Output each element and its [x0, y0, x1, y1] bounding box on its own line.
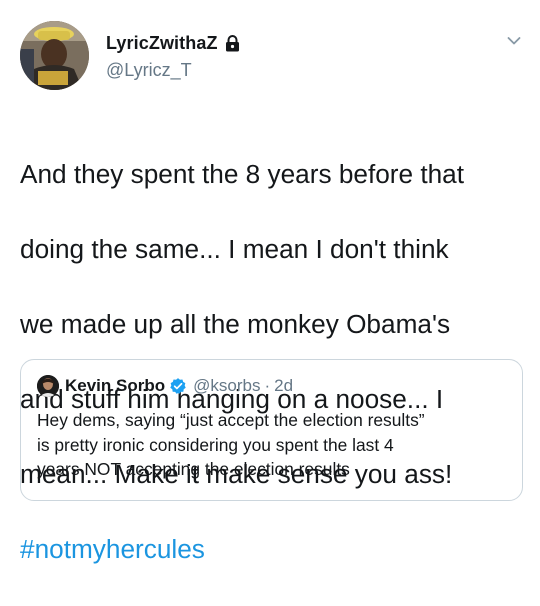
quoted-text-line: Hey dems, saying “just accept the electi… — [37, 410, 425, 430]
quoted-text-line: years NOT accepting the election results — [37, 459, 350, 479]
tweet-text-line: we made up all the monkey Obama's — [20, 308, 451, 339]
quoted-tweet-text: Hey dems, saying “just accept the electi… — [37, 408, 513, 482]
author-avatar[interactable] — [20, 21, 89, 90]
chevron-down-icon[interactable] — [507, 36, 521, 46]
author-name-row: LyricZwithaZ — [106, 33, 240, 54]
tweet-card[interactable]: LyricZwithaZ @Lyricz_T And they spent th… — [0, 0, 540, 564]
author-handle[interactable]: @Lyricz_T — [106, 60, 192, 81]
tweet-text-line: And they spent the 8 years before that — [20, 158, 465, 189]
separator-dot: · — [264, 376, 271, 395]
author-display-name[interactable]: LyricZwithaZ — [106, 33, 218, 54]
quoted-author-handle[interactable]: @ksorbs — [193, 376, 260, 396]
verified-badge-icon — [170, 378, 186, 394]
quoted-author-avatar[interactable] — [37, 375, 59, 397]
avatar-photo-icon — [20, 21, 89, 90]
quoted-tweet-time[interactable]: 2d — [274, 376, 293, 396]
quoted-tweet[interactable]: Kevin Sorbo @ksorbs · 2d Hey dems, sayin… — [20, 359, 523, 501]
hashtag-link[interactable]: #notmyhercules — [20, 531, 530, 569]
quoted-text-line: is pretty ironic considering you spent t… — [37, 434, 394, 455]
lock-icon — [225, 35, 239, 52]
quoted-avatar-photo-icon — [37, 375, 59, 397]
tweet-text-line: doing the same... I mean I don't think — [20, 233, 449, 264]
quoted-author-name[interactable]: Kevin Sorbo — [65, 376, 165, 396]
quoted-tweet-header: Kevin Sorbo @ksorbs · 2d — [37, 375, 293, 397]
